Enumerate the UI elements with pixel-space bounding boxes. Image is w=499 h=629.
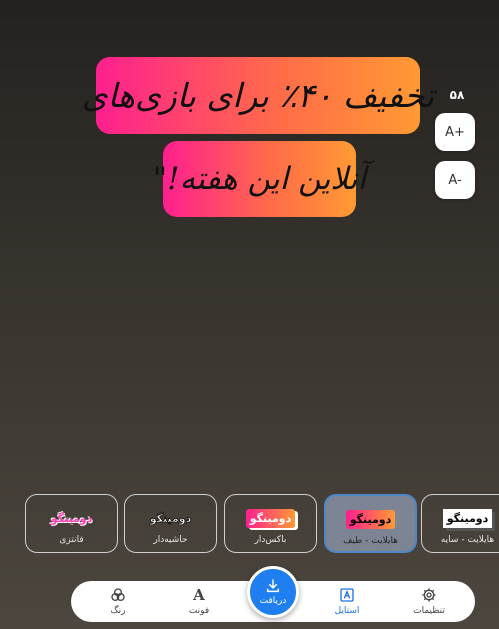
nav-settings-label: تنظیمات: [413, 606, 445, 616]
download-icon: [266, 579, 280, 593]
style-carousel[interactable]: دومینگو هایلایت - سایه دومینگو هایلایت -…: [0, 494, 499, 554]
decrease-font-size-label: A-: [448, 172, 462, 188]
editor-canvas: تخفیف ۴۰٪ برای بازی‌های آنلاین این هفته!…: [0, 0, 499, 629]
nav-style-label: استایل: [334, 606, 360, 616]
style-card-fantasy[interactable]: دومینگو فانتزی: [25, 494, 118, 553]
gear-icon: [422, 588, 436, 602]
font-size-value: ۵۸: [449, 88, 465, 102]
increase-font-size-button[interactable]: A+: [435, 113, 475, 151]
download-button[interactable]: دریافت: [247, 566, 299, 618]
color-circles-icon: [111, 588, 125, 601]
style-card-boxed[interactable]: دومینگو باکس‌دار: [224, 494, 317, 553]
style-preview: دومینگو: [50, 512, 93, 525]
style-label: هایلایت - طیف: [343, 536, 398, 546]
style-label: حاشیه‌دار: [153, 535, 188, 545]
font-icon: A: [193, 586, 205, 604]
caption-line-1-text: تخفیف ۴۰٪ برای بازی‌های: [81, 76, 435, 115]
style-preview: دومینگو: [345, 510, 396, 529]
nav-font-label: فونت: [188, 606, 210, 616]
nav-color[interactable]: رنگ: [88, 581, 148, 622]
caption-line-2-text: آنلاین این هفته!": [152, 161, 367, 197]
decrease-font-size-button[interactable]: A-: [435, 161, 475, 199]
style-label: باکس‌دار: [254, 535, 287, 545]
style-card-outlined[interactable]: دومینگو حاشیه‌دار: [124, 494, 217, 553]
style-preview: دومینگو: [442, 509, 493, 528]
style-label: فانتزی: [59, 535, 84, 545]
nav-font[interactable]: A فونت: [169, 581, 229, 622]
style-preview: دومینگو: [149, 512, 192, 525]
nav-color-label: رنگ: [110, 606, 126, 616]
download-label: دریافت: [259, 596, 287, 606]
style-label: هایلایت - سایه: [440, 535, 495, 545]
nav-style[interactable]: استایل: [317, 581, 377, 622]
caption-line-1[interactable]: تخفیف ۴۰٪ برای بازی‌های: [82, 57, 434, 134]
style-preview: دومینگو: [245, 509, 296, 528]
nav-settings[interactable]: تنظیمات: [399, 581, 459, 622]
style-icon: [340, 588, 354, 602]
caption-line-2[interactable]: آنلاین این هفته!": [153, 141, 366, 217]
increase-font-size-label: A+: [445, 124, 465, 140]
style-card-highlight-gradient[interactable]: دومینگو هایلایت - طیف: [324, 494, 417, 553]
style-card-highlight-shadow[interactable]: دومینگو هایلایت - سایه: [421, 494, 499, 553]
